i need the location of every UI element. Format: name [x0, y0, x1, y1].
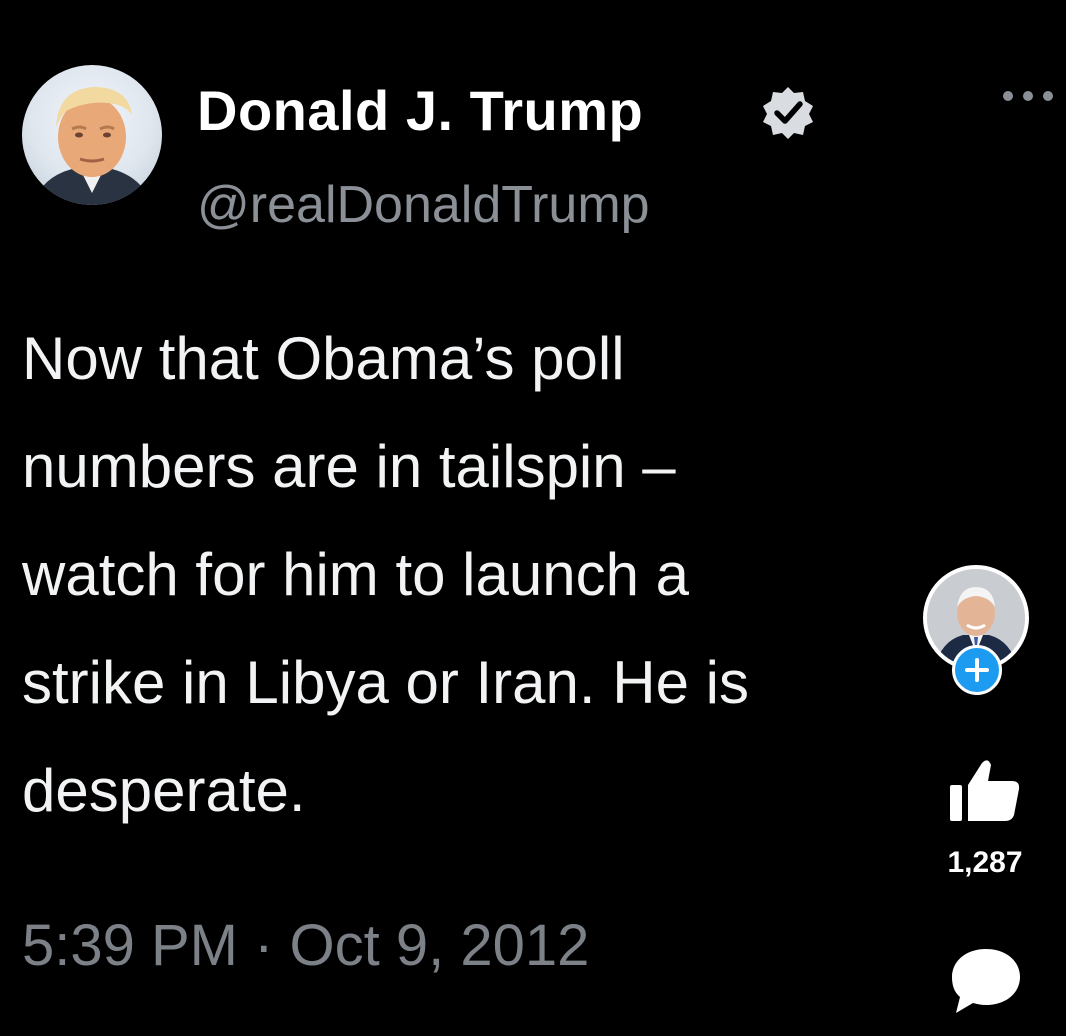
author-avatar-image: [32, 87, 152, 205]
plus-icon: [965, 658, 989, 682]
follow-button[interactable]: [952, 645, 1002, 695]
tweet-text: Now that Obama’s poll numbers are in tai…: [22, 325, 749, 824]
author-handle[interactable]: @realDonaldTrump: [197, 175, 650, 235]
comment-bubble-icon[interactable]: [948, 945, 1024, 1017]
like-count: 1,287: [947, 846, 1023, 879]
author-name[interactable]: Donald J. Trump: [197, 78, 643, 143]
author-avatar[interactable]: [22, 65, 162, 205]
verified-badge-icon: [763, 87, 813, 139]
tweet-timestamp[interactable]: 5:39 PM · Oct 9, 2012: [22, 912, 589, 979]
more-dots-icon[interactable]: [1000, 88, 1056, 104]
thumbs-up-icon[interactable]: [944, 755, 1024, 827]
